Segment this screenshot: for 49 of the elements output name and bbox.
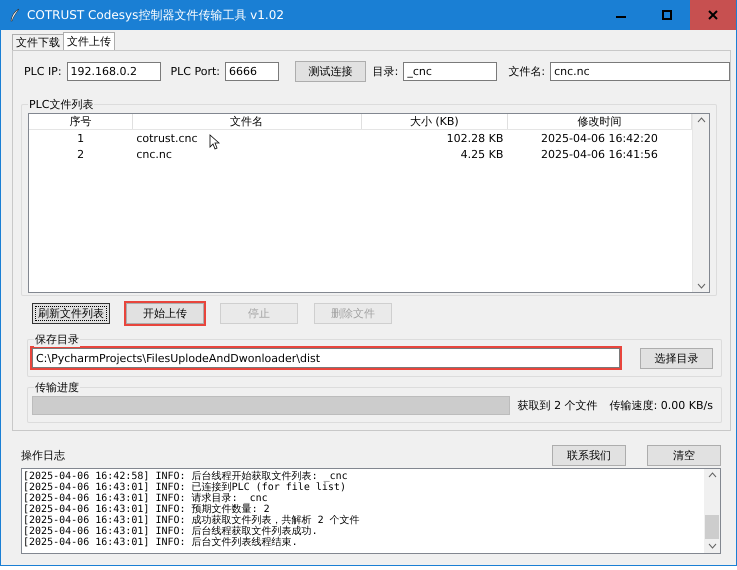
- table-cell: 2: [77, 148, 84, 160]
- close-button[interactable]: [690, 0, 736, 30]
- port-label: PLC Port:: [170, 65, 220, 78]
- log-line: [2025-04-06 16:43:01] INFO: 已连接到PLC (for file list): [23, 482, 347, 493]
- table-cell: 102.28 KB: [446, 132, 504, 144]
- transfer-speed-text: 传输速度: 0.00 KB/s: [610, 398, 713, 412]
- feather-icon: [9, 8, 21, 22]
- tab[interactable]: 文件下载: [12, 34, 64, 50]
- column-header[interactable]: 序号: [29, 114, 132, 130]
- log-title: 操作日志: [21, 448, 66, 462]
- close-icon: [708, 10, 718, 20]
- action-button[interactable]: 刷新文件列表: [32, 303, 110, 324]
- ip-label: PLC IP:: [24, 65, 62, 78]
- group-title: 保存目录: [34, 332, 80, 347]
- column-header[interactable]: 修改时间: [507, 114, 692, 130]
- file-name-field[interactable]: cnc.nc: [550, 62, 730, 81]
- column-header[interactable]: 文件名: [132, 114, 362, 130]
- scroll-thumb[interactable]: [705, 515, 719, 539]
- maximize-icon: [662, 10, 672, 20]
- log-line: [2025-04-06 16:43:01] INFO: 成功获取文件列表，共解析 2 个文件: [23, 515, 361, 526]
- test-connection-button[interactable]: 测试连接: [294, 61, 366, 82]
- log-button[interactable]: 联系我们: [552, 444, 626, 466]
- file-count-text: 获取到 2 个文件: [518, 398, 598, 412]
- column-header[interactable]: 大小 (KB): [361, 114, 508, 130]
- log-line: [2025-04-06 16:43:01] INFO: 后台线程获取文件列表成功.: [23, 526, 319, 537]
- directory-field[interactable]: _cnc: [403, 62, 498, 81]
- cursor-icon: [209, 134, 220, 150]
- log-line: [2025-04-06 16:43:01] INFO: 后台文件列表线程结束.: [23, 537, 299, 548]
- action-button[interactable]: 开始上传: [126, 303, 204, 324]
- log-line: [2025-04-06 16:43:01] INFO: 请求目录: _cnc: [23, 493, 269, 504]
- table-cell: 2025-04-06 16:42:20: [541, 132, 658, 144]
- log-line: [2025-04-06 16:42:58] INFO: 后台线程开始获取文件列表: _cnc: [23, 471, 349, 482]
- file-name-label: 文件名:: [508, 64, 546, 79]
- save-directory-field[interactable]: C:\PycharmProjects\FilesUplodeAndDwonloader\dist: [32, 348, 620, 368]
- group-title: PLC文件列表: [28, 97, 94, 112]
- table-cell: 2025-04-06 16:41:56: [541, 148, 658, 160]
- window-title: COTRUST Codesys控制器文件传输工具 v1.02: [27, 6, 285, 24]
- choose-directory-button[interactable]: 选择目录: [640, 348, 713, 368]
- directory-label: 目录:: [372, 64, 398, 79]
- table-cell: cotrust.cnc: [136, 132, 198, 144]
- tab[interactable]: 文件上传: [63, 32, 115, 50]
- table-cell: cnc.nc: [136, 148, 172, 160]
- group-title: 传输进度: [34, 380, 80, 395]
- port-field[interactable]: 6666: [224, 62, 279, 81]
- ip-field[interactable]: 192.168.0.2: [66, 62, 161, 81]
- table-cell: 1: [77, 132, 84, 144]
- log-line: [2025-04-06 16:43:01] INFO: 预期文件数量: 2: [23, 504, 270, 515]
- log-button[interactable]: 清空: [647, 444, 721, 466]
- table-cell: 4.25 KB: [460, 148, 504, 160]
